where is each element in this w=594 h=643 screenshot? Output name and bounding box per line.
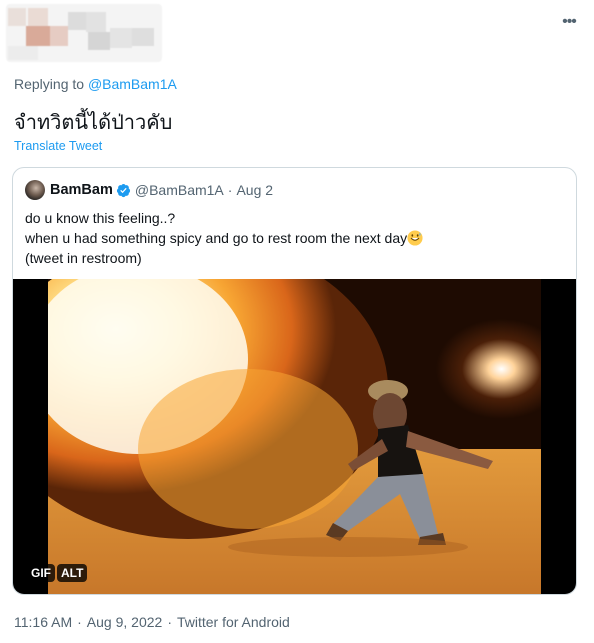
replying-to-label: Replying to [14,76,85,92]
avatar[interactable] [25,180,45,200]
quoted-media[interactable]: GIF ALT [13,279,576,594]
separator-dot: · [167,614,172,630]
quoted-text-line-with-emoji: when u had something spicy and go to res… [25,228,423,248]
tweet-source-link[interactable]: Twitter for Android [177,614,290,630]
quoted-text-line: (tweet in restroom) [25,250,142,266]
more-options-button[interactable]: ••• [558,14,580,30]
quoted-tweet-text: do u know this feeling..? when u had som… [25,208,423,268]
quoted-tweet-card[interactable]: BamBam @BamBam1A · Aug 2 do u know this … [12,167,577,595]
gif-fire-breathing-image[interactable] [48,279,541,594]
quoted-text-line: do u know this feeling..? [25,210,176,226]
gif-image-canvas [48,279,541,594]
more-horizontal-icon: ••• [562,13,577,30]
translate-tweet-link[interactable]: Translate Tweet [14,139,102,153]
quoted-author-handle[interactable]: @BamBam1A [135,182,224,198]
quoted-text-line: when u had something spicy and go to res… [25,230,408,246]
reply-handle-link[interactable]: @BamBam1A [88,76,177,92]
replying-to-line: Replying to @BamBam1A [14,76,177,92]
separator-dot: · [77,614,82,630]
tweet-date[interactable]: Aug 9, 2022 [87,614,163,630]
verified-badge-icon [116,183,130,197]
media-badges: GIF ALT [27,564,88,582]
sweat-smile-emoji-icon [407,230,423,246]
quoted-tweet-header: BamBam @BamBam1A · Aug 2 [25,180,273,200]
quoted-author-name[interactable]: BamBam [50,182,113,198]
separator-dot: · [227,182,233,198]
gif-badge[interactable]: GIF [27,564,55,582]
tweet: ••• Replying to @BamBam1A จำทวิตนี้ได้ป่… [0,0,594,643]
tweet-text: จำทวิตนี้ได้ป่าวคับ [14,110,173,134]
redacted-author-header [6,4,162,62]
tweet-time[interactable]: 11:16 AM [14,614,72,630]
tweet-timestamp-line: 11:16 AM · Aug 9, 2022 · Twitter for Android [14,614,290,630]
quoted-tweet-date[interactable]: Aug 2 [236,182,273,198]
alt-text-button[interactable]: ALT [57,564,88,582]
